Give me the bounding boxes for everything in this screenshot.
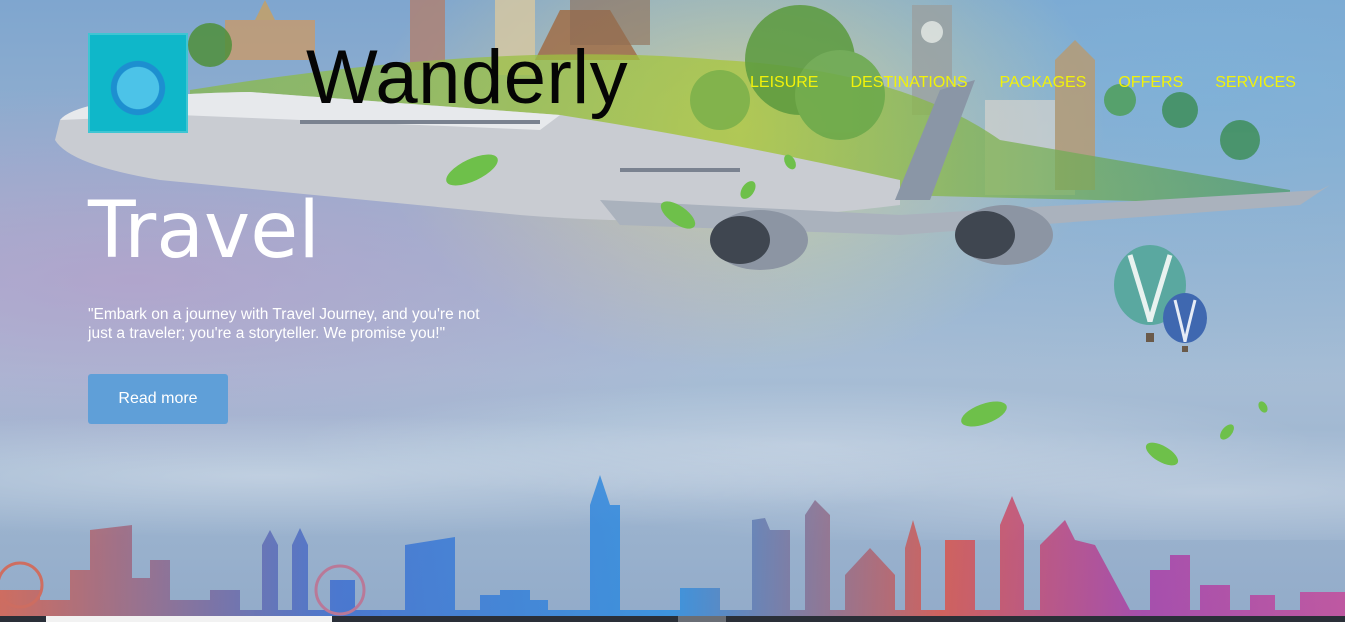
main-nav: LEISURE DESTINATIONS PACKAGES OFFERS SER…: [750, 74, 1328, 92]
bottom-strip: [0, 616, 1345, 622]
hot-air-balloon-icon: [1114, 245, 1207, 352]
brand-name[interactable]: Wanderly: [306, 40, 628, 116]
nav-item-leisure[interactable]: LEISURE: [750, 74, 818, 92]
hero-tagline: "Embark on a journey with Travel Journey…: [88, 306, 480, 342]
bottom-strip-segment: [678, 616, 726, 622]
nav-item-packages[interactable]: PACKAGES: [1000, 74, 1087, 92]
nav-item-destinations[interactable]: DESTINATIONS: [850, 74, 967, 92]
hero-section: Wanderly LEISURE DESTINATIONS PACKAGES O…: [0, 0, 1345, 622]
hero-title: Travel: [88, 186, 320, 276]
nav-item-services[interactable]: SERVICES: [1215, 74, 1296, 92]
nav-item-offers[interactable]: OFFERS: [1118, 74, 1183, 92]
city-skyline-icon: [0, 475, 1345, 616]
globe-travel-logo-icon[interactable]: [88, 33, 188, 133]
bottom-strip-segment: [46, 616, 332, 622]
read-more-button[interactable]: Read more: [88, 374, 228, 424]
